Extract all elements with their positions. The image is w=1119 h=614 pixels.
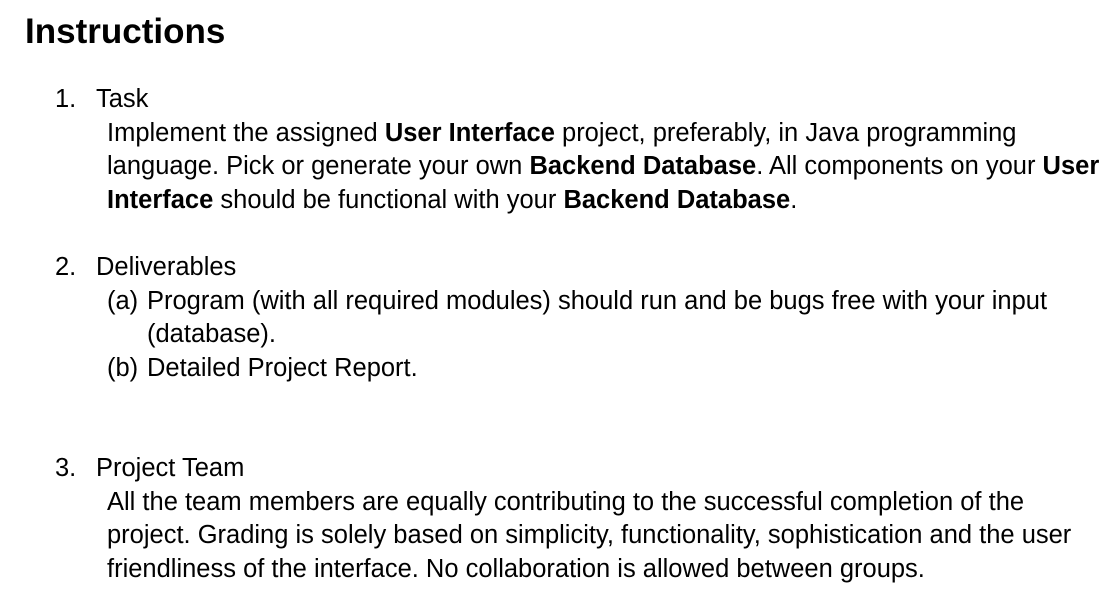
text-run: Implement the assigned: [107, 118, 385, 147]
item-number: 2.: [55, 253, 77, 281]
item-header: 2. Deliverables: [55, 251, 1105, 285]
text-run: should be functional with your: [213, 185, 564, 214]
text-run: .: [790, 185, 798, 214]
item-title: Project Team: [96, 454, 245, 482]
item-body: (a) Program (with all required modules) …: [107, 285, 1105, 386]
item-header: 1. Task: [55, 83, 1105, 117]
sub-item: (a) Program (with all required modules) …: [107, 285, 1105, 352]
item-paragraph: All the team members are equally contrib…: [107, 487, 1072, 583]
page-title: Instructions: [25, 12, 226, 51]
item-number: 1.: [55, 85, 77, 113]
item-paragraph: Implement the assigned User Interface pr…: [107, 117, 1105, 218]
sub-item-text: Detailed Project Report.: [147, 353, 418, 382]
sub-item: (b) Detailed Project Report.: [107, 352, 1105, 386]
item-header: 3. Project Team: [55, 452, 1105, 486]
item-number: 3.: [55, 454, 77, 482]
item-body: All the team members are equally contrib…: [107, 486, 1105, 587]
sub-item-text: Program (with all required modules) shou…: [147, 286, 1048, 349]
sub-item-marker: (a): [107, 286, 139, 315]
list-item-project-team: 3. Project Team All the team members are …: [55, 452, 1105, 586]
item-body: Implement the assigned User Interface pr…: [107, 117, 1105, 218]
bold-text-run: Backend Database: [563, 185, 791, 214]
bold-text-run: Backend Database: [529, 152, 757, 180]
list-item-deliverables: 2. Deliverables (a) Program (with all req…: [55, 251, 1105, 385]
item-title: Task: [96, 85, 149, 113]
bold-text-run: User Interface: [384, 118, 555, 147]
item-title: Deliverables: [96, 253, 237, 281]
text-run: . All components on your: [756, 152, 1043, 180]
sub-item-marker: (b): [107, 353, 139, 382]
list-item-task: 1. Task Implement the assigned User Inter…: [55, 83, 1105, 217]
